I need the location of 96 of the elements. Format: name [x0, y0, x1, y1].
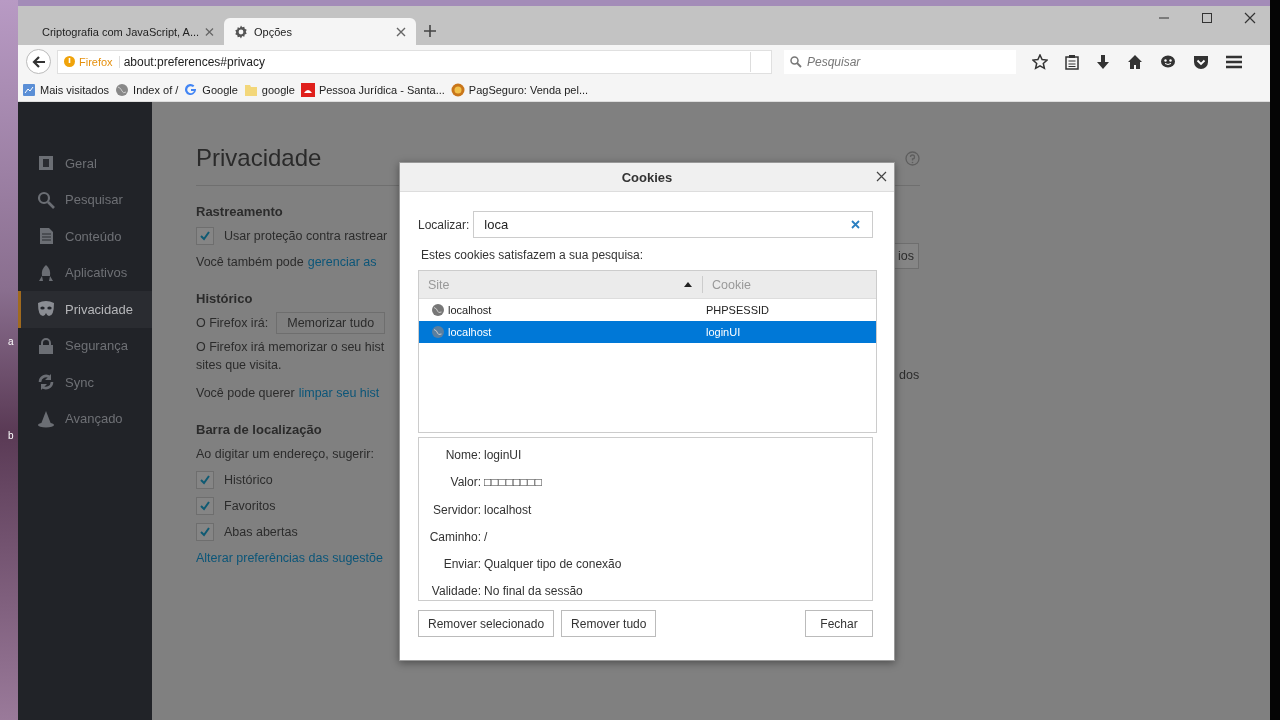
identity-label: Firefox [79, 55, 120, 68]
clear-text: Você pode querer [196, 386, 295, 400]
detail-label: Caminho: [428, 528, 481, 546]
browser-tab[interactable]: Opções [224, 18, 416, 45]
search-label: Localizar: [418, 217, 470, 232]
google-icon [184, 82, 199, 97]
menu-icon[interactable] [1226, 54, 1242, 69]
globe-icon [432, 326, 444, 338]
security-icon [37, 336, 55, 355]
apps-icon [37, 263, 55, 282]
new-tab-icon[interactable] [424, 25, 436, 37]
section-heading: Rastreamento [196, 204, 284, 219]
bookmark-item[interactable]: PagSeguro: Venda pel... [450, 82, 589, 97]
star-icon[interactable] [1032, 53, 1048, 70]
coin-icon [450, 82, 465, 97]
detail-label: Enviar: [442, 556, 481, 574]
detail-value: loginUI [484, 447, 523, 464]
clear-icon[interactable] [851, 220, 860, 229]
search-field[interactable]: Pesquisar [784, 49, 1016, 74]
cookie-row[interactable]: localhost loginUI [419, 321, 876, 343]
chat-icon[interactable] [1160, 53, 1176, 70]
info-icon [64, 56, 75, 67]
checkmark-icon [199, 474, 211, 486]
checkbox-label: Favoritos [224, 499, 276, 513]
sync-icon [37, 373, 55, 392]
checkbox[interactable] [196, 227, 214, 245]
history-label: O Firefox irá: [196, 316, 269, 330]
browser-tab[interactable]: Criptografia com JavaScript, A... [32, 18, 224, 45]
globe-icon [115, 82, 130, 97]
gear-icon [234, 24, 248, 39]
bank-logo-icon [300, 82, 315, 97]
search-icon [37, 190, 55, 209]
checkbox-label: Histórico [224, 473, 273, 487]
sidebar-item[interactable]: Privacidade [18, 291, 152, 328]
globe-icon [432, 304, 444, 316]
url-text: about:preferences#privacy [123, 54, 267, 69]
back-button[interactable] [26, 49, 51, 74]
detail-label: Valor: [449, 474, 481, 492]
checkmark-icon [199, 500, 211, 512]
close-icon[interactable] [876, 171, 887, 182]
history-description: O Firefox irá memorizar o seu hist sites que visita. [196, 339, 386, 374]
page-title: Privacidade [196, 144, 322, 172]
search-icon [790, 55, 802, 68]
detail-value: □□□□□□□□ [484, 474, 543, 492]
checkbox[interactable] [196, 471, 214, 489]
home-icon[interactable] [1127, 53, 1143, 70]
dialog-button[interactable]: Remover selecionado [418, 610, 555, 637]
section-heading: Barra de localização [196, 422, 323, 437]
dialog-title: Cookies [621, 169, 673, 185]
search-field[interactable]: loca [473, 211, 873, 238]
url-field[interactable]: Firefox about:preferences#privacy [57, 49, 772, 74]
maximize-icon[interactable] [1201, 12, 1213, 24]
checkmark-icon [199, 230, 211, 242]
bookmark-item[interactable]: Index of / [115, 82, 179, 97]
advanced-icon [37, 409, 55, 428]
close-icon[interactable] [396, 26, 406, 37]
tracking-text: Você também pode [196, 255, 304, 269]
privacy-icon [37, 300, 55, 319]
exceptions-button[interactable]: ios [893, 243, 919, 269]
detail-label: Validade: [430, 583, 481, 601]
pocket-icon[interactable] [1193, 53, 1209, 70]
reading-list-icon[interactable] [1065, 53, 1079, 70]
bookmark-item[interactable]: google [243, 82, 295, 97]
bookmark-item[interactable]: Mais visitados [22, 82, 110, 97]
suggest-prompt: Ao digitar um endereço, sugerir: [196, 447, 374, 461]
dialog-button[interactable]: Fechar [805, 610, 873, 637]
history-select[interactable]: Memorizar tudo [276, 312, 386, 334]
desktop-icon-label: a [8, 336, 14, 347]
bookmark-item[interactable]: Pessoa Jurídica - Santa... [300, 82, 445, 97]
checkbox-label: Abas abertas [224, 525, 298, 539]
download-icon[interactable] [1096, 53, 1110, 70]
bookmark-item[interactable]: Google [184, 82, 238, 97]
cookie-row[interactable]: localhost PHPSESSID [419, 299, 876, 321]
detail-value: localhost [484, 501, 533, 519]
history-description-tail: dos [899, 368, 920, 382]
cookie-cell: PHPSESSID [706, 304, 769, 316]
detail-value: No final da sessão [484, 583, 584, 601]
detail-value: / [484, 528, 489, 546]
site-cell: localhost [448, 326, 492, 338]
detail-label: Servidor: [431, 501, 481, 519]
detail-label: Nome: [444, 447, 481, 464]
site-cell: localhost [448, 304, 492, 316]
dialog-button[interactable]: Remover tudo [561, 610, 657, 637]
cookie-cell: loginUI [706, 326, 741, 338]
desktop-icon-label: b [8, 430, 14, 441]
checkbox[interactable] [196, 523, 214, 541]
content-icon [37, 227, 55, 246]
checkbox-label: Usar proteção contra rastrear [224, 229, 388, 243]
section-heading: Histórico [196, 291, 254, 306]
checkbox[interactable] [196, 497, 214, 515]
detail-value: Qualquer tipo de conexão [484, 556, 623, 574]
back-arrow-icon [31, 55, 46, 68]
checkmark-icon [199, 526, 211, 538]
general-icon [37, 154, 55, 173]
results-hint: Estes cookies satisfazem a sua pesquisa: [421, 248, 645, 262]
close-icon[interactable] [1244, 12, 1256, 24]
